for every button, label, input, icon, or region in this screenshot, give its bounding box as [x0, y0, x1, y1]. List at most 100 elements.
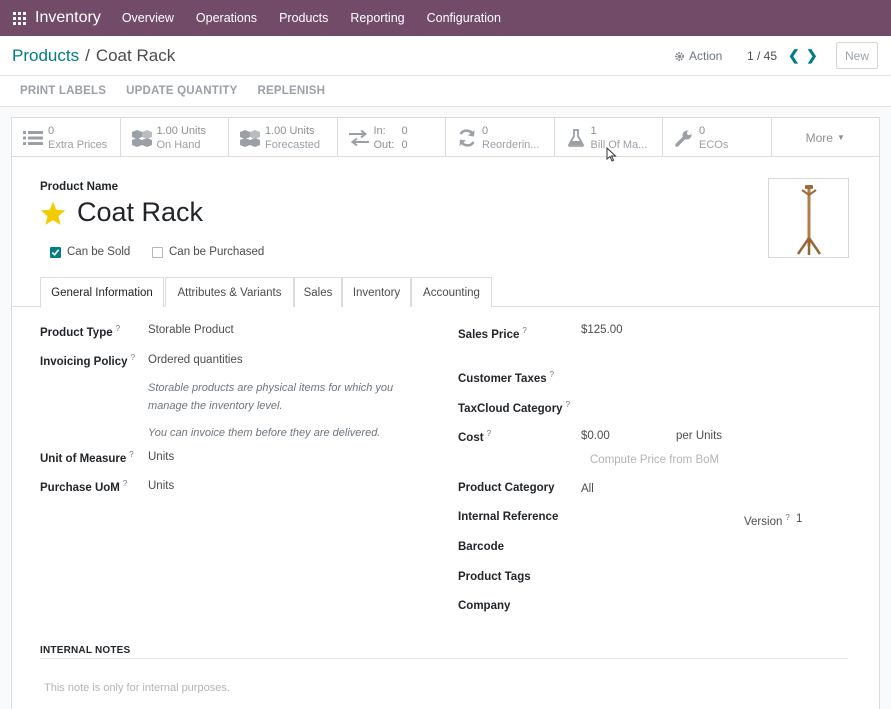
notebook-tabs: General Information Attributes & Variant…	[12, 277, 879, 308]
star-favorite-icon[interactable]	[40, 201, 66, 229]
product-tags-label: Product Tags	[458, 571, 531, 583]
forecasted-button[interactable]: 1.00 Units Forecasted	[229, 118, 338, 157]
product-name-field[interactable]: Coat Rack	[77, 197, 203, 228]
internal-notes-heading: INTERNAL NOTES	[40, 645, 131, 656]
sales-price-label: Sales Price?	[458, 326, 527, 341]
extra-prices-value: 0	[48, 125, 55, 137]
product-type-field[interactable]: Storable Product	[148, 324, 234, 336]
product-name-label: Product Name	[40, 181, 118, 193]
flask-icon	[565, 128, 587, 148]
caret-down-icon: ▼	[836, 133, 845, 142]
breadcrumb-products-link[interactable]: Products	[12, 46, 79, 65]
extra-prices-label: Extra Prices	[48, 139, 108, 151]
smart-buttons: 0 Extra Prices 1.00 Units On Hand 1.00 U…	[12, 118, 879, 157]
version-label: Version?	[744, 513, 790, 528]
product-image[interactable]	[768, 178, 849, 258]
help-mark[interactable]: ?	[522, 326, 526, 335]
bom-value: 1	[590, 125, 597, 137]
more-button[interactable]: More ▼	[772, 118, 880, 157]
can-be-purchased-checkbox[interactable]: Can be Purchased	[152, 246, 264, 258]
can-be-sold-checkbox[interactable]: Can be Sold	[50, 246, 130, 258]
cost-field[interactable]: $0.00	[581, 430, 610, 442]
wrench-icon	[673, 128, 695, 148]
tab-accounting[interactable]: Accounting	[411, 277, 492, 307]
help-mark[interactable]: ?	[550, 370, 554, 379]
ecos-value: 0	[699, 125, 706, 137]
replenish-button[interactable]: REPLENISH	[258, 85, 326, 97]
purchase-uom-field[interactable]: Units	[148, 480, 174, 492]
company-label: Company	[458, 600, 511, 612]
exchange-icon	[348, 128, 370, 148]
customer-taxes-label: Customer Taxes?	[458, 370, 555, 385]
tab-attributes-variants[interactable]: Attributes & Variants	[165, 277, 294, 307]
pager-previous-icon[interactable]: ❮	[788, 47, 800, 64]
product-type-help-line-1: Storable products are physical items for…	[148, 382, 394, 394]
form-sheet: 0 Extra Prices 1.00 Units On Hand 1.00 U…	[11, 117, 880, 709]
internal-notes-field[interactable]: This note is only for internal purposes.	[44, 682, 230, 694]
forecasted-label: Forecasted	[265, 139, 321, 151]
menu-overview[interactable]: Overview	[111, 0, 185, 36]
cubes-icon	[239, 128, 261, 148]
ecos-label: ECOs	[699, 139, 729, 151]
menu-reporting[interactable]: Reporting	[339, 0, 415, 36]
gear-icon	[675, 51, 684, 61]
cost-unit: per Units	[676, 430, 723, 442]
ecos-button[interactable]: 0 ECOs	[663, 118, 772, 157]
pager-next-icon[interactable]: ❯	[806, 47, 818, 64]
in-out-button[interactable]: In: 0 Out: 0	[338, 118, 446, 157]
mouse-cursor-icon	[606, 147, 617, 162]
cost-label: Cost?	[458, 429, 492, 444]
on-hand-label: On Hand	[156, 139, 201, 151]
invoicing-policy-label: Invoicing Policy?	[40, 353, 136, 368]
reordering-button[interactable]: 0 Reorderin...	[446, 118, 555, 157]
tab-inventory[interactable]: Inventory	[342, 277, 411, 307]
bom-label: Bill Of Ma...	[590, 139, 648, 151]
app-name[interactable]: Inventory	[35, 9, 101, 27]
purchase-uom-label: Purchase UoM?	[40, 479, 128, 494]
menu-configuration[interactable]: Configuration	[416, 0, 512, 36]
on-hand-button[interactable]: 1.00 Units On Hand	[121, 118, 229, 157]
coat-rack-image	[796, 185, 821, 255]
help-mark[interactable]: ?	[123, 479, 127, 488]
in-label: In:	[373, 125, 386, 137]
extra-prices-button[interactable]: 0 Extra Prices	[12, 118, 121, 157]
tab-general-information[interactable]: General Information	[40, 277, 164, 308]
product-type-help-line-2: manage the inventory level.	[148, 400, 283, 412]
forecasted-value: 1.00 Units	[265, 125, 315, 137]
help-mark[interactable]: ?	[116, 324, 120, 333]
can-be-sold-label[interactable]: Can be Sold	[67, 246, 130, 258]
help-mark[interactable]: ?	[131, 353, 135, 362]
unit-of-measure-field[interactable]: Units	[148, 451, 174, 463]
compute-price-from-bom-button[interactable]: Compute Price from BoM	[590, 454, 719, 466]
update-quantity-button[interactable]: UPDATE QUANTITY	[126, 85, 237, 97]
help-mark[interactable]: ?	[487, 429, 491, 438]
print-labels-button[interactable]: PRINT LABELS	[20, 85, 106, 97]
menu-operations[interactable]: Operations	[185, 0, 268, 36]
invoicing-policy-field[interactable]: Ordered quantities	[148, 354, 243, 366]
sales-price-field[interactable]: $125.00	[581, 324, 623, 336]
version-field[interactable]: 1	[796, 513, 802, 525]
apps-menu-icon[interactable]	[4, 0, 34, 36]
notes-separator	[40, 658, 848, 659]
product-category-field[interactable]: All	[581, 483, 594, 495]
checkbox-checked-icon[interactable]	[50, 246, 61, 258]
refresh-icon	[456, 128, 478, 148]
new-button[interactable]: New	[836, 42, 878, 69]
checkbox-unchecked-icon[interactable]	[152, 246, 163, 258]
internal-reference-label: Internal Reference	[458, 511, 559, 523]
can-be-purchased-label[interactable]: Can be Purchased	[169, 246, 264, 258]
more-label: More	[805, 130, 833, 145]
pager-value[interactable]: 1 / 45	[747, 49, 777, 63]
product-type-label: Product Type?	[40, 324, 121, 339]
top-navbar: Inventory Overview Operations Products R…	[0, 0, 891, 36]
action-button[interactable]: Action	[674, 49, 722, 63]
list-icon	[22, 128, 44, 148]
help-mark[interactable]: ?	[129, 450, 133, 459]
menu-products[interactable]: Products	[268, 0, 339, 36]
out-label: Out:	[373, 139, 395, 151]
barcode-label: Barcode	[458, 541, 505, 553]
tab-sales[interactable]: Sales	[294, 277, 342, 307]
help-mark[interactable]: ?	[785, 513, 789, 522]
reordering-value: 0	[482, 125, 489, 137]
help-mark[interactable]: ?	[566, 400, 570, 409]
